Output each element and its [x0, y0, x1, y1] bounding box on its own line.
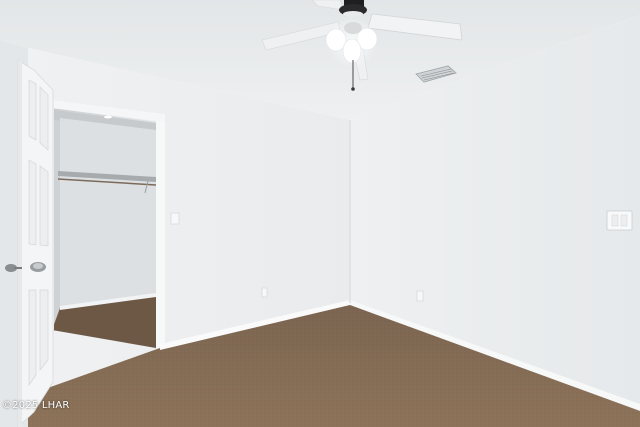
closet-door-frame-right [156, 120, 165, 348]
fan-light-globe [342, 38, 362, 64]
photo-watermark: ©2025 LHAR [2, 400, 70, 411]
outlet-right-wall [416, 290, 424, 302]
outlet-back-wall [261, 287, 268, 298]
fan-light-globe [325, 28, 347, 52]
room-photo: ©2025 LHAR [0, 0, 640, 427]
walk-in-closet [52, 108, 158, 348]
double-switch-plate [606, 210, 633, 231]
room-scene [0, 0, 640, 427]
light-switch [170, 212, 180, 225]
